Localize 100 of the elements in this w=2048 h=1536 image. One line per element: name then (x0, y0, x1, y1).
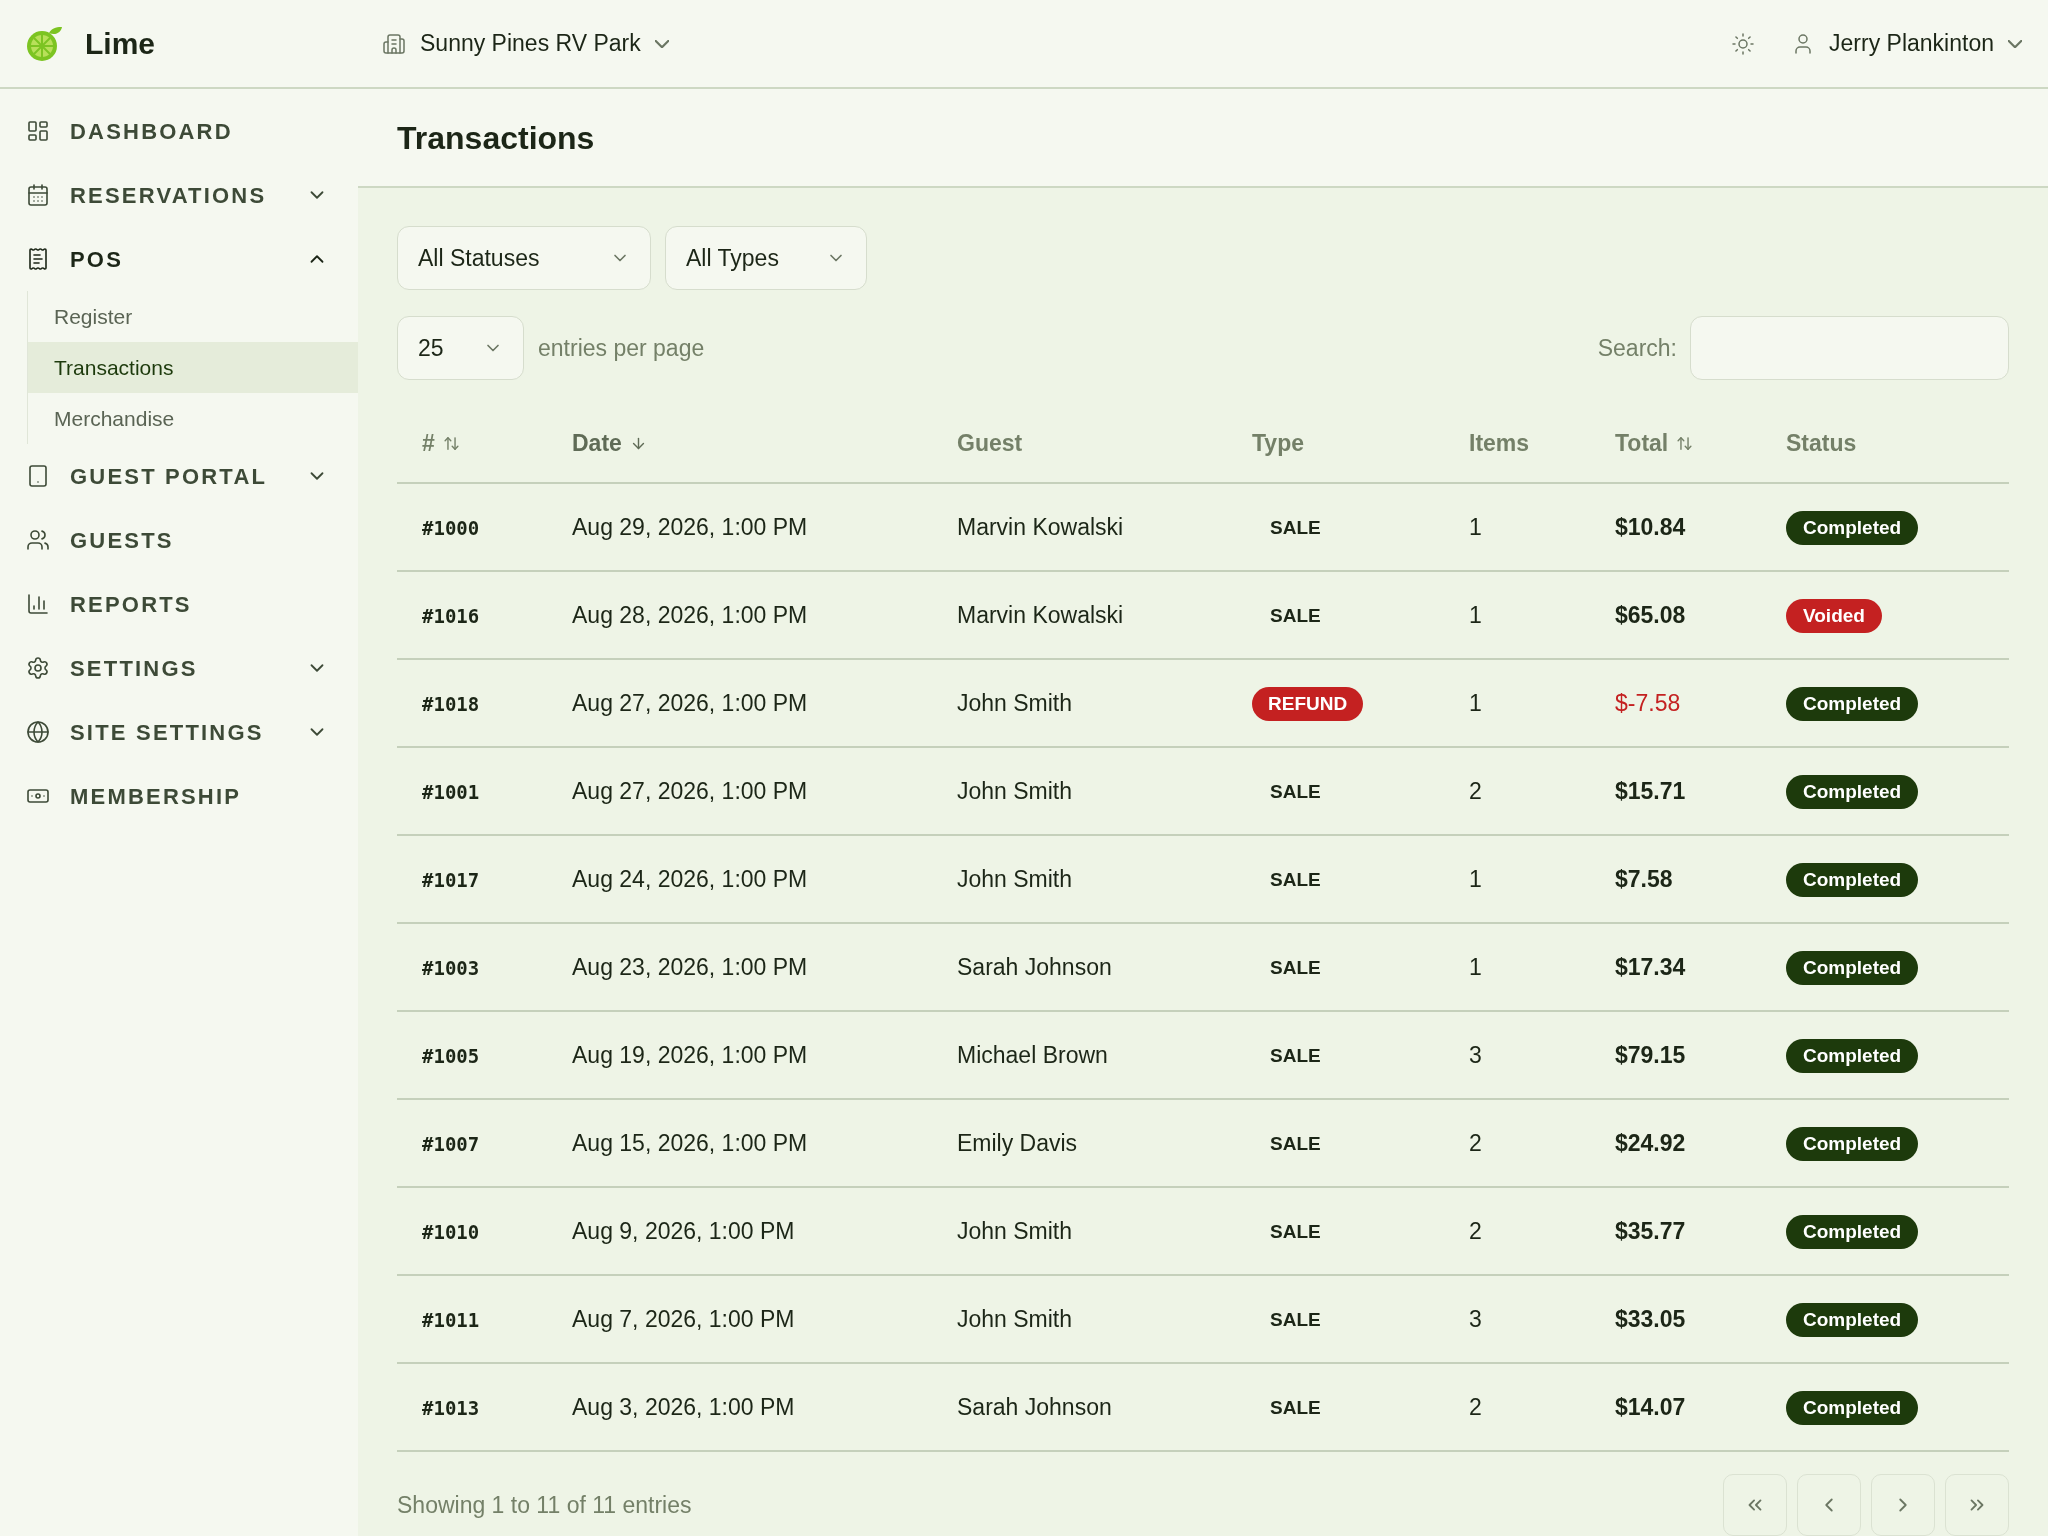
type-label: SALE (1269, 1131, 1322, 1156)
receipt-icon (26, 247, 50, 271)
page-title: Transactions (397, 118, 595, 158)
search-field[interactable] (1690, 316, 2009, 380)
status-badge: Completed (1786, 1039, 1919, 1074)
table-cell: 3 (1469, 1305, 1482, 1332)
table-cell: $17.34 (1615, 953, 1686, 980)
table-cell: $15.71 (1615, 777, 1686, 804)
table-row[interactable]: #1005 Aug 19, 2026, 1:00 PM Michael Brown SALE 3 $79.15 Completed (397, 1012, 2009, 1100)
table-cell: 2 (1469, 1217, 1482, 1244)
table-row[interactable]: #1018 Aug 27, 2026, 1:00 PM John Smith REFUND 1 $-7.58 Completed (397, 660, 2009, 748)
table-row[interactable]: #1003 Aug 23, 2026, 1:00 PM Sarah Johnson SALE 1 $17.34 Completed (397, 924, 2009, 1012)
calendar-icon (26, 183, 50, 207)
page-size-dropdown[interactable]: 25 (397, 316, 524, 380)
brand-name: Lime (85, 26, 156, 62)
filter-dropdown[interactable]: All Types (665, 226, 867, 290)
table-cell: Aug 27, 2026, 1:00 PM (572, 689, 808, 716)
table-cell: Emily Davis (957, 1129, 1078, 1156)
type-label: SALE (1269, 515, 1322, 540)
nav-item[interactable]: GUESTS (0, 508, 358, 572)
nav-item[interactable]: RESERVATIONS (0, 163, 358, 227)
table-cell: #1011 (422, 1308, 480, 1331)
status-badge: Voided (1786, 599, 1882, 634)
filter-dropdown[interactable]: All Statuses (397, 226, 651, 290)
table-cell: John Smith (957, 777, 1073, 804)
tablet-icon (26, 464, 50, 488)
nav-subitem[interactable]: Merchandise (28, 393, 358, 444)
nav-subitem[interactable]: Transactions (28, 342, 358, 393)
table-cell: 2 (1469, 1393, 1482, 1420)
sort-icon (442, 434, 460, 452)
nav-item[interactable]: DASHBOARD (0, 99, 358, 163)
table-cell: Aug 9, 2026, 1:00 PM (572, 1217, 795, 1244)
table-row[interactable]: #1001 Aug 27, 2026, 1:00 PM John Smith SALE 2 $15.71 Completed (397, 748, 2009, 836)
table-row[interactable]: #1013 Aug 3, 2026, 1:00 PM Sarah Johnson SALE 2 $14.07 Completed (397, 1364, 2009, 1452)
nav-item[interactable]: GUEST PORTAL (0, 444, 358, 508)
table-cell: Aug 28, 2026, 1:00 PM (572, 601, 808, 628)
table-cell: John Smith (957, 689, 1073, 716)
status-badge: Completed (1786, 775, 1919, 810)
user-menu[interactable]: Jerry Plankinton (1791, 26, 2022, 61)
table-cell: 1 (1469, 953, 1482, 980)
nav-item[interactable]: MEMBERSHIP (0, 764, 358, 828)
settings-icon (26, 656, 50, 680)
table-row[interactable]: #1017 Aug 24, 2026, 1:00 PM John Smith SALE 1 $7.58 Completed (397, 836, 2009, 924)
property-selector[interactable]: Sunny Pines RV Park (382, 26, 669, 61)
table-cell: Aug 27, 2026, 1:00 PM (572, 777, 808, 804)
table-cell: Sarah Johnson (957, 1393, 1112, 1420)
building-icon (382, 31, 406, 56)
users-icon (26, 528, 50, 552)
table-cell: Marvin Kowalski (957, 601, 1124, 628)
next-page-button[interactable] (1871, 1474, 1935, 1536)
table-cell: Aug 29, 2026, 1:00 PM (572, 513, 808, 540)
table-cell: #1016 (422, 604, 480, 627)
table-cell: 1 (1469, 601, 1482, 628)
nav-item[interactable]: SITE SETTINGS (0, 700, 358, 764)
first-page-button[interactable] (1723, 1474, 1787, 1536)
table-cell: Aug 7, 2026, 1:00 PM (572, 1305, 795, 1332)
table-cell: $-7.58 (1615, 689, 1681, 716)
page-size-label: entries per page (538, 333, 705, 363)
table-cell: 1 (1469, 865, 1482, 892)
table-row[interactable]: #1007 Aug 15, 2026, 1:00 PM Emily Davis SALE 2 $24.92 Completed (397, 1100, 2009, 1188)
bar-chart-icon (26, 592, 50, 616)
table-cell: $7.58 (1615, 865, 1673, 892)
dashboard-icon (26, 119, 50, 143)
column-header: Type (1252, 428, 1304, 458)
table-cell: Aug 3, 2026, 1:00 PM (572, 1393, 795, 1420)
last-page-button[interactable] (1945, 1474, 2009, 1536)
table-cell: $35.77 (1615, 1217, 1686, 1244)
status-badge: Completed (1786, 863, 1919, 898)
nav-item[interactable]: SETTINGS (0, 636, 358, 700)
previous-page-button[interactable] (1797, 1474, 1861, 1536)
table-row[interactable]: #1010 Aug 9, 2026, 1:00 PM John Smith SALE 2 $35.77 Completed (397, 1188, 2009, 1276)
type-label: SALE (1269, 1307, 1322, 1332)
status-badge: Completed (1786, 511, 1919, 546)
nav-item[interactable]: REPORTS (0, 572, 358, 636)
table-row[interactable]: #1016 Aug 28, 2026, 1:00 PM Marvin Kowalski SALE 1 $65.08 Voided (397, 572, 2009, 660)
table-cell: $65.08 (1615, 601, 1686, 628)
table-cell: John Smith (957, 1217, 1073, 1244)
table-cell: #1003 (422, 956, 480, 979)
table-cell: Aug 24, 2026, 1:00 PM (572, 865, 808, 892)
column-header: Items (1469, 428, 1530, 458)
table-row[interactable]: #1011 Aug 7, 2026, 1:00 PM John Smith SALE 3 $33.05 Completed (397, 1276, 2009, 1364)
type-label: SALE (1269, 779, 1322, 804)
nav-subitem[interactable]: Register (28, 291, 358, 342)
column-header[interactable]: # (422, 425, 460, 461)
column-header[interactable]: Total (1615, 425, 1694, 461)
table-cell: $33.05 (1615, 1305, 1686, 1332)
table-summary: Showing 1 to 11 of 11 entries (397, 1490, 692, 1520)
table-row[interactable]: #1000 Aug 29, 2026, 1:00 PM Marvin Kowalski SALE 1 $10.84 Completed (397, 484, 2009, 572)
nav-item[interactable]: POS (0, 227, 358, 291)
table-cell: $10.84 (1615, 513, 1686, 540)
status-badge: Completed (1786, 1303, 1919, 1338)
column-header[interactable]: Date (572, 425, 647, 461)
type-label: SALE (1269, 603, 1322, 628)
table-cell: 2 (1469, 777, 1482, 804)
table-cell: #1013 (422, 1396, 480, 1419)
table-cell: Aug 15, 2026, 1:00 PM (572, 1129, 808, 1156)
theme-toggle-icon[interactable] (1731, 31, 1756, 56)
table-cell: #1000 (422, 516, 480, 539)
status-badge: Completed (1786, 951, 1919, 986)
column-header: Status (1786, 428, 1857, 458)
